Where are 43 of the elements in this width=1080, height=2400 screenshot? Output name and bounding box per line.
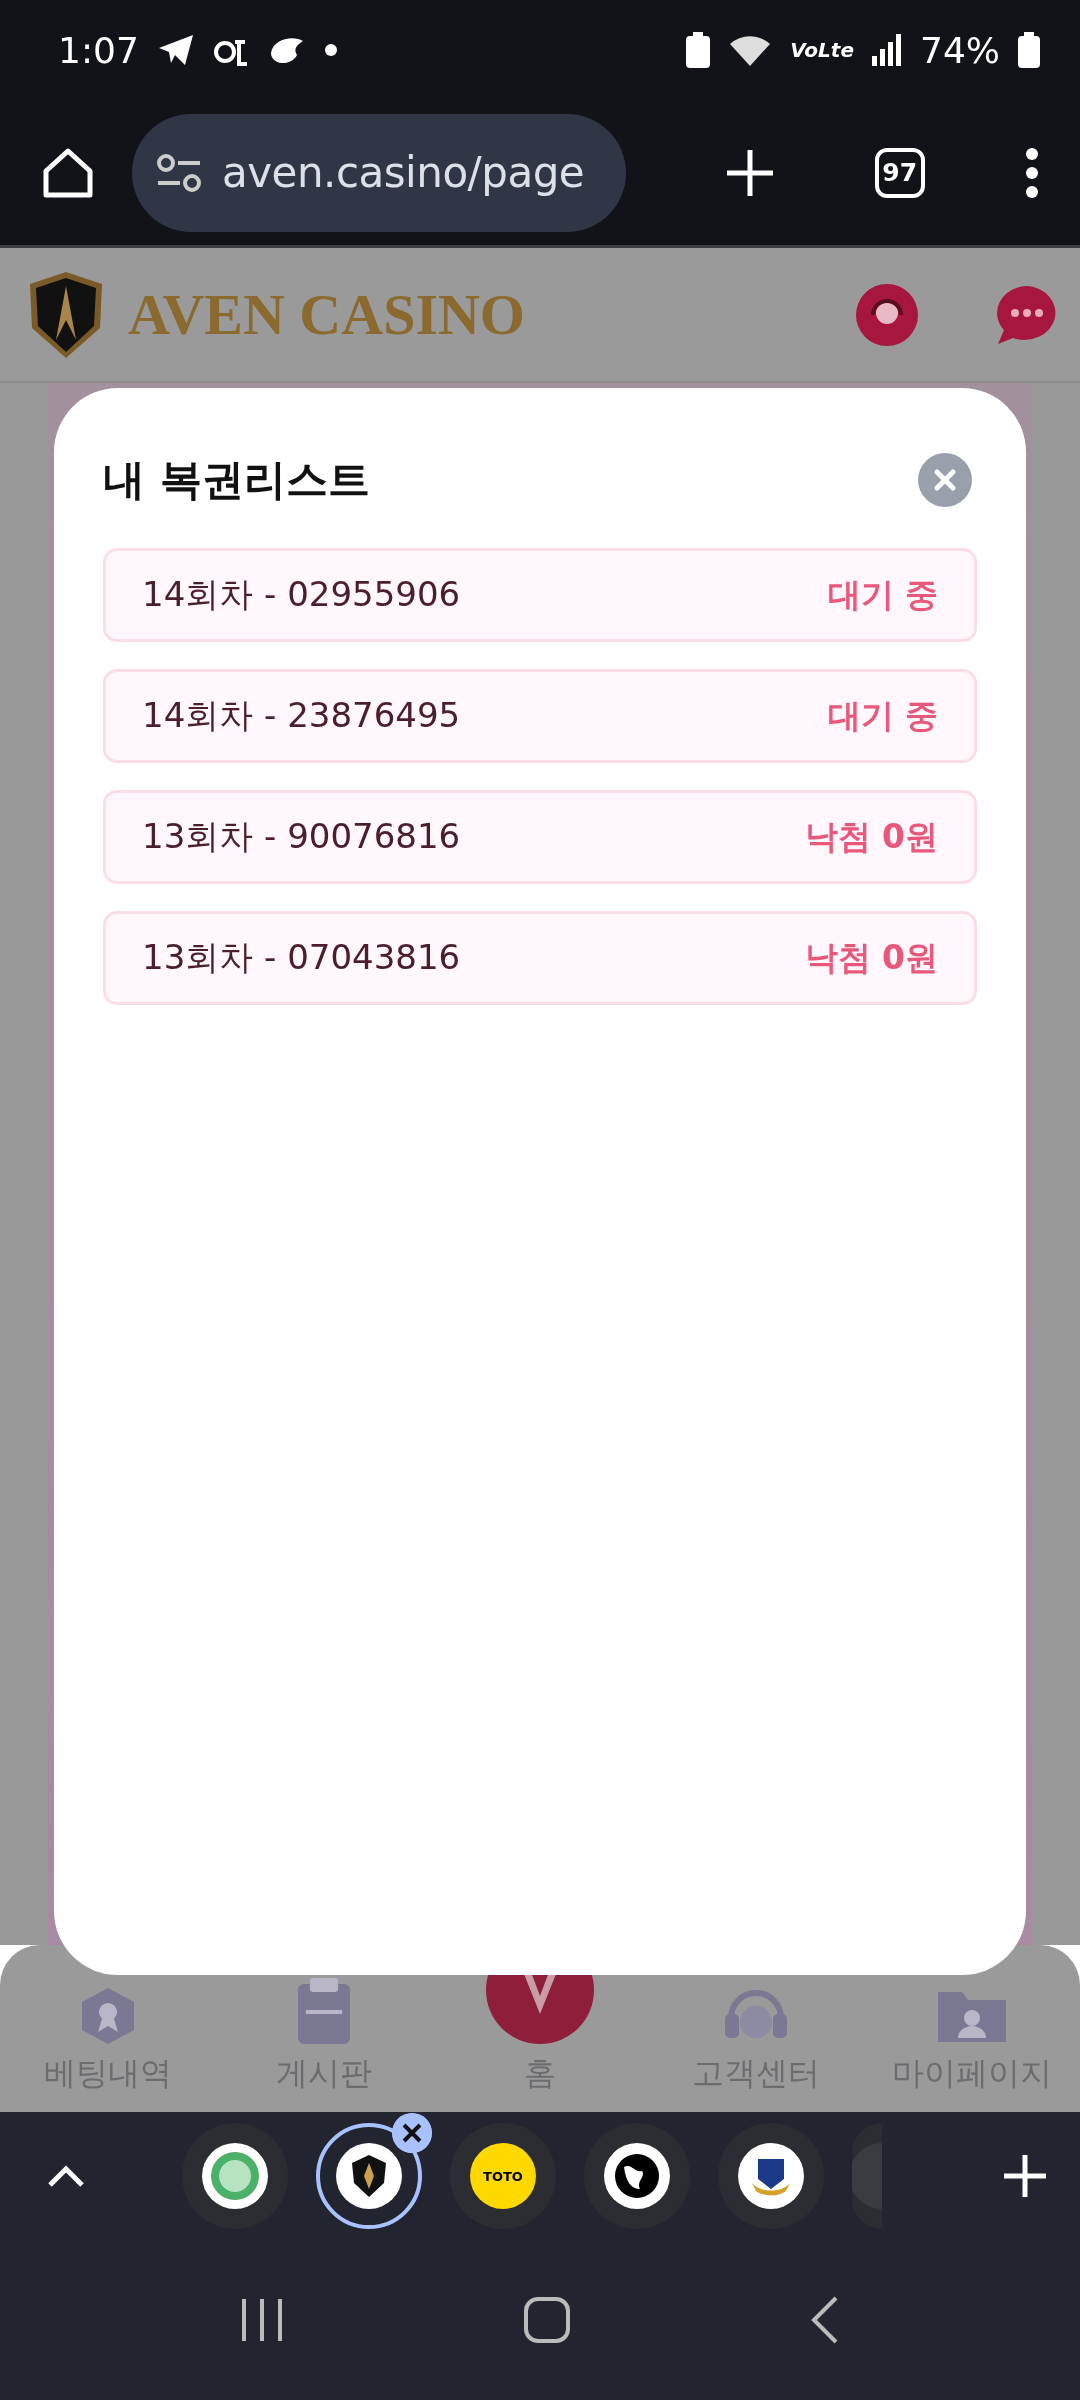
ticket-row[interactable]: 13회차 - 90076816 낙첨 0원 bbox=[103, 790, 977, 884]
toto-logo: TOTO bbox=[470, 2143, 536, 2209]
signal-icon bbox=[872, 34, 902, 66]
globe-icon bbox=[604, 2143, 670, 2209]
ticket-row[interactable]: 14회차 - 23876495 대기 중 bbox=[103, 669, 977, 763]
plus-icon[interactable] bbox=[1002, 2153, 1048, 2199]
ticket-status: 대기 중 bbox=[827, 573, 938, 616]
tab-count-button[interactable]: 97 bbox=[874, 147, 925, 198]
more-icon[interactable] bbox=[1024, 146, 1040, 199]
home-button-icon[interactable] bbox=[523, 2296, 571, 2344]
site-settings-icon bbox=[156, 152, 202, 193]
ticket-status: 대기 중 bbox=[827, 694, 938, 737]
dot-icon bbox=[324, 44, 337, 56]
ticket-number: 14회차 - 23876495 bbox=[142, 694, 461, 737]
close-button[interactable] bbox=[918, 453, 972, 507]
ticket-row[interactable]: 13회차 - 07043816 낙첨 0원 bbox=[103, 911, 977, 1005]
close-icon[interactable] bbox=[392, 2113, 432, 2153]
brand-name: AVEN CASINO bbox=[128, 281, 525, 348]
network-label: VoLte bbox=[790, 38, 854, 62]
crest-logo-icon bbox=[738, 2143, 804, 2209]
battery-icon bbox=[1018, 32, 1040, 68]
tab-group-item[interactable]: TOTO bbox=[450, 2123, 556, 2229]
shield-logo-icon bbox=[336, 2143, 402, 2209]
ticket-number: 13회차 - 07043816 bbox=[142, 936, 461, 979]
site-logo-icon bbox=[202, 2143, 268, 2209]
battery-level: 74% bbox=[920, 29, 1000, 71]
ticket-number: 14회차 - 02955906 bbox=[142, 573, 461, 616]
support-agent-icon[interactable] bbox=[856, 283, 918, 346]
dialog-title: 내 복권리스트 bbox=[103, 454, 370, 506]
clock: 1:07 bbox=[58, 29, 139, 71]
site-logo-icon bbox=[852, 2143, 882, 2209]
ticket-number: 13회차 - 90076816 bbox=[142, 815, 461, 858]
ticket-status: 낙첨 0원 bbox=[804, 815, 938, 858]
address-bar[interactable]: aven.casino/page bbox=[132, 113, 626, 232]
plus-icon[interactable] bbox=[725, 147, 776, 198]
ticket-status: 낙첨 0원 bbox=[804, 936, 938, 979]
ticket-row[interactable]: 14회차 - 02955906 대기 중 bbox=[103, 548, 977, 642]
recent-apps-icon[interactable] bbox=[239, 2297, 284, 2343]
shield-logo-icon bbox=[28, 269, 104, 360]
close-icon bbox=[933, 468, 957, 492]
url-text: aven.casino/page bbox=[222, 148, 585, 197]
battery-saver-icon bbox=[686, 32, 711, 68]
chevron-up-icon[interactable] bbox=[46, 2163, 86, 2189]
